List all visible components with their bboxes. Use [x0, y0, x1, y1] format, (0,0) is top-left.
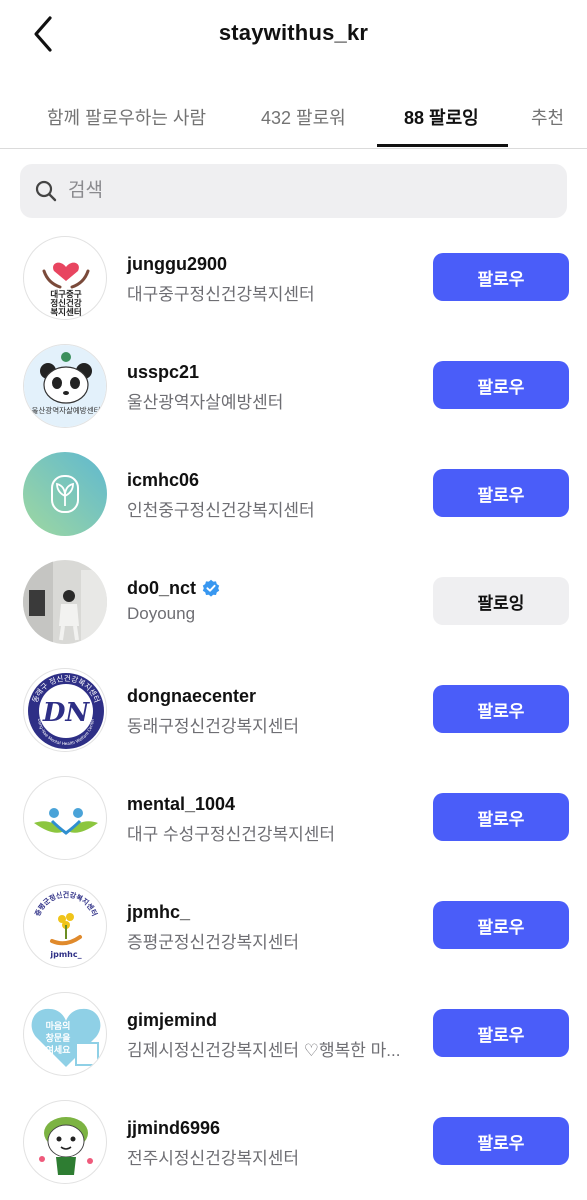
following-button[interactable]: 팔로잉: [433, 577, 569, 625]
svg-text:복지센터: 복지센터: [50, 307, 81, 318]
username[interactable]: junggu2900: [127, 254, 227, 275]
search-input[interactable]: [68, 164, 548, 218]
people-heart-logo: [34, 808, 98, 835]
follow-button[interactable]: 팔로우: [433, 1117, 569, 1165]
tab-mutual-followers[interactable]: 함께 팔로우하는 사람: [47, 104, 206, 130]
svg-text:마음의: 마음의: [46, 1020, 71, 1032]
avatar[interactable]: [23, 1100, 107, 1184]
username[interactable]: icmhc06: [127, 470, 199, 491]
username[interactable]: dongnaecenter: [127, 686, 256, 707]
list-item[interactable]: icmhc06 인천중구정신건강복지센터 팔로우: [0, 438, 587, 546]
full-name: Doyoung: [127, 604, 196, 623]
avatar[interactable]: [23, 452, 107, 536]
svg-text:jpmhc_: jpmhc_: [49, 950, 81, 959]
page-title: staywithus_kr: [218, 20, 369, 45]
search-bar[interactable]: [20, 164, 567, 218]
username[interactable]: do0_nct: [127, 578, 220, 599]
tab-following[interactable]: 88 팔로잉: [404, 104, 479, 130]
full-name: 대구중구정신건강복지센터: [127, 285, 315, 304]
full-name: 인천중구정신건강복지센터: [127, 501, 315, 520]
mental-health-logo: 대구중구 정신건강 복지센터: [42, 262, 90, 318]
svg-text:여세요: 여세요: [46, 1044, 72, 1056]
avatar[interactable]: DN 동래구 정신건강복지센터 Dong-Nae Mental Health W…: [23, 668, 107, 752]
list-item[interactable]: 증평군정신건강복지센터 jpmhc_ jpmhc_ 증평군정신건강복지센터 팔로…: [0, 870, 587, 978]
svg-text:DN: DN: [42, 698, 91, 728]
dongnae-center-logo: DN 동래구 정신건강복지센터 Dong-Nae Mental Health W…: [28, 673, 104, 749]
follow-button[interactable]: 팔로우: [433, 361, 569, 409]
follow-button[interactable]: 팔로우: [433, 469, 569, 517]
follow-button[interactable]: 팔로우: [433, 1009, 569, 1057]
username-text: do0_nct: [127, 578, 197, 598]
svg-text:울산광역자살예방센터: 울산광역자살예방센터: [32, 405, 101, 415]
avatar[interactable]: [23, 776, 107, 860]
username[interactable]: mental_1004: [127, 794, 235, 815]
follow-button[interactable]: 팔로우: [433, 793, 569, 841]
search-icon: [35, 180, 57, 202]
tab-followers[interactable]: 432 팔로워: [261, 104, 346, 130]
jpmhc-logo: 증평군정신건강복지센터 jpmhc_: [34, 890, 100, 959]
avatar[interactable]: [23, 560, 107, 644]
header: staywithus_kr: [0, 0, 587, 70]
tab-suggested[interactable]: 추천: [531, 104, 564, 130]
list-item[interactable]: jjmind6996 전주시정신건강복지센터 팔로우: [0, 1086, 587, 1194]
avatar[interactable]: 증평군정신건강복지센터 jpmhc_: [23, 884, 107, 968]
full-name: 김제시정신건강복지센터 ♡행복한 마...: [127, 1041, 401, 1060]
tab-bar: 함께 팔로우하는 사람 432 팔로워 88 팔로잉 추천: [0, 88, 587, 149]
list-item[interactable]: DN 동래구 정신건강복지센터 Dong-Nae Mental Health W…: [0, 654, 587, 762]
list-item[interactable]: 울산광역자살예방센터 usspc21 울산광역자살예방센터 팔로우: [0, 330, 587, 438]
full-name: 울산광역자살예방센터: [127, 393, 284, 412]
svg-text:창문을: 창문을: [46, 1032, 71, 1044]
active-tab-indicator: [377, 144, 508, 147]
follow-button[interactable]: 팔로우: [433, 901, 569, 949]
username[interactable]: jjmind6996: [127, 1118, 220, 1139]
full-name: 전주시정신건강복지센터: [127, 1149, 300, 1168]
list-item[interactable]: do0_nct Doyoung 팔로잉: [0, 546, 587, 654]
avatar[interactable]: 울산광역자살예방센터: [23, 344, 107, 428]
svg-text:증평군정신건강복지센터: 증평군정신건강복지센터: [34, 890, 100, 917]
verified-badge-icon: [202, 579, 220, 597]
list-item[interactable]: 마음의 창문을 여세요 gimjemind 김제시정신건강복지센터 ♡행복한 마…: [0, 978, 587, 1086]
window-heart-logo: 마음의 창문을 여세요: [31, 1008, 101, 1067]
follow-button[interactable]: 팔로우: [433, 253, 569, 301]
avatar[interactable]: 마음의 창문을 여세요: [23, 992, 107, 1076]
avatar[interactable]: 대구중구 정신건강 복지센터: [23, 236, 107, 320]
full-name: 증평군정신건강복지센터: [127, 933, 300, 952]
leaf-logo: [23, 452, 107, 536]
username[interactable]: usspc21: [127, 362, 199, 383]
follow-button[interactable]: 팔로우: [433, 685, 569, 733]
list-item[interactable]: mental_1004 대구 수성구정신건강복지센터 팔로우: [0, 762, 587, 870]
username[interactable]: jpmhc_: [127, 902, 190, 923]
username[interactable]: gimjemind: [127, 1010, 217, 1031]
list-item[interactable]: 대구중구 정신건강 복지센터 junggu2900 대구중구정신건강복지센터 팔…: [0, 222, 587, 330]
profile-photo: [23, 560, 107, 644]
full-name: 대구 수성구정신건강복지센터: [127, 825, 336, 844]
full-name: 동래구정신건강복지센터: [127, 717, 300, 736]
panda-logo: 울산광역자살예방센터: [24, 345, 106, 427]
mascot-logo: [39, 1117, 93, 1175]
